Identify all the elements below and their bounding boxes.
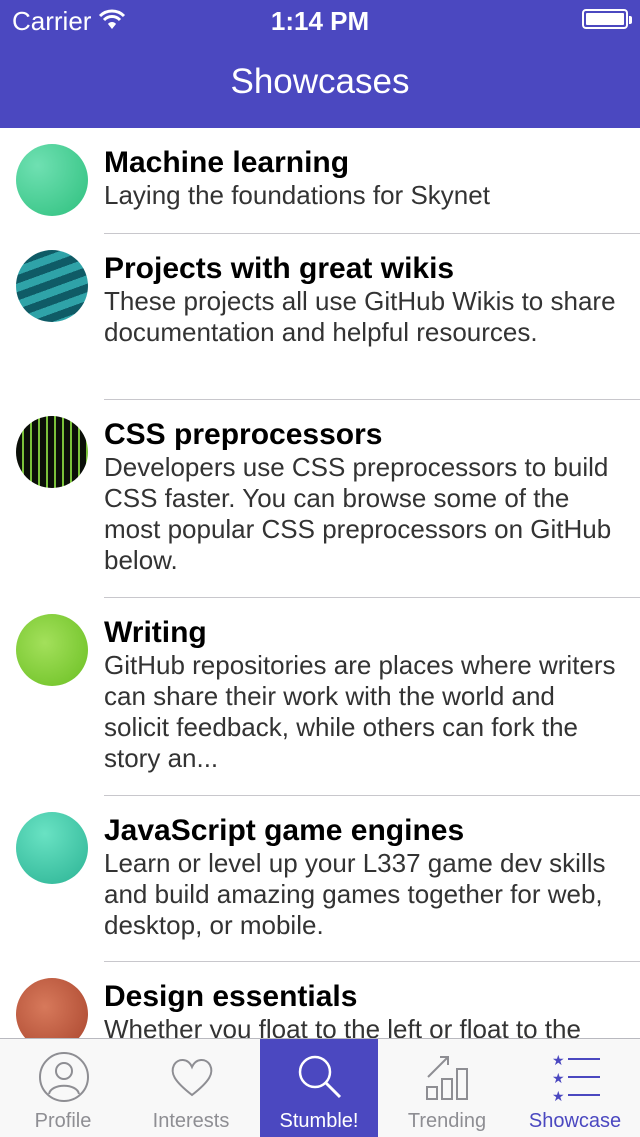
tab-stumble[interactable]: Stumble! xyxy=(260,1039,378,1137)
showcase-name: Projects with great wikis xyxy=(104,252,455,285)
battery-icon xyxy=(582,9,632,29)
tab-label: Stumble! xyxy=(279,1110,359,1132)
tab-label: Trending xyxy=(407,1110,487,1132)
list-item[interactable]: Design essentials Whether you float to t… xyxy=(16,962,640,1038)
tab-trending[interactable]: Trending xyxy=(388,1039,506,1137)
showcase-name: Writing xyxy=(104,616,207,649)
list-item[interactable]: Projects with great wikis These projects… xyxy=(16,234,640,400)
hex-green-avatar xyxy=(16,144,88,216)
status-bar: Carrier 1:14 PM xyxy=(0,0,640,40)
tab-label: Showcase xyxy=(528,1110,622,1132)
showcase-name: JavaScript game engines xyxy=(104,814,465,847)
star-list-icon: ★ ★ ★ xyxy=(552,1053,600,1103)
search-icon xyxy=(298,1055,342,1099)
heart-icon xyxy=(171,1059,213,1097)
list-item[interactable]: Writing GitHub repositories are places w… xyxy=(16,598,640,796)
tab-showcase[interactable]: ★ ★ ★ Showcase xyxy=(516,1039,634,1137)
tab-label: Interests xyxy=(152,1110,230,1132)
list-item[interactable]: Machine learning Laying the foundations … xyxy=(16,128,640,234)
showcase-description: These projects all use GitHub Wikis to s… xyxy=(104,286,616,347)
svg-text:★: ★ xyxy=(552,1053,565,1069)
navigation-bar: Carrier 1:14 PM Showcases xyxy=(0,0,640,128)
showcase-description: GitHub repositories are places where wri… xyxy=(104,650,616,773)
person-icon xyxy=(39,1052,89,1102)
showcase-description: Learn or level up your L337 game dev ski… xyxy=(104,848,606,940)
bar-chart-icon xyxy=(426,1056,468,1100)
showcase-name: Machine learning xyxy=(104,146,350,179)
dots-lime-avatar xyxy=(16,614,88,686)
showcase-list: Machine learning Laying the foundations … xyxy=(0,128,640,1038)
showcase-description: Whether you float to the left or float t… xyxy=(104,1014,581,1038)
wave-teal-avatar xyxy=(16,250,88,322)
hex-mint-avatar xyxy=(16,812,88,884)
svg-text:★: ★ xyxy=(552,1089,565,1103)
list-item[interactable]: CSS preprocessors Developers use CSS pre… xyxy=(16,400,640,598)
hex-rust-avatar xyxy=(16,978,88,1038)
page-title: Showcases xyxy=(230,62,410,101)
tab-bar: Profile Interests Stumble! Trending ★ ★ … xyxy=(0,1038,640,1137)
list-item[interactable]: JavaScript game engines Learn or level u… xyxy=(16,796,640,962)
showcase-name: CSS preprocessors xyxy=(104,418,383,451)
tab-label: Profile xyxy=(34,1110,92,1132)
showcase-description: Developers use CSS preprocessors to buil… xyxy=(104,452,612,575)
svg-text:★: ★ xyxy=(552,1071,565,1087)
tab-interests[interactable]: Interests xyxy=(132,1039,250,1137)
plaid-green-avatar xyxy=(16,416,88,488)
status-time: 1:14 PM xyxy=(270,6,370,36)
tab-profile[interactable]: Profile xyxy=(4,1039,122,1137)
showcase-description: Laying the foundations for Skynet xyxy=(104,180,490,210)
showcase-name: Design essentials xyxy=(104,980,358,1013)
